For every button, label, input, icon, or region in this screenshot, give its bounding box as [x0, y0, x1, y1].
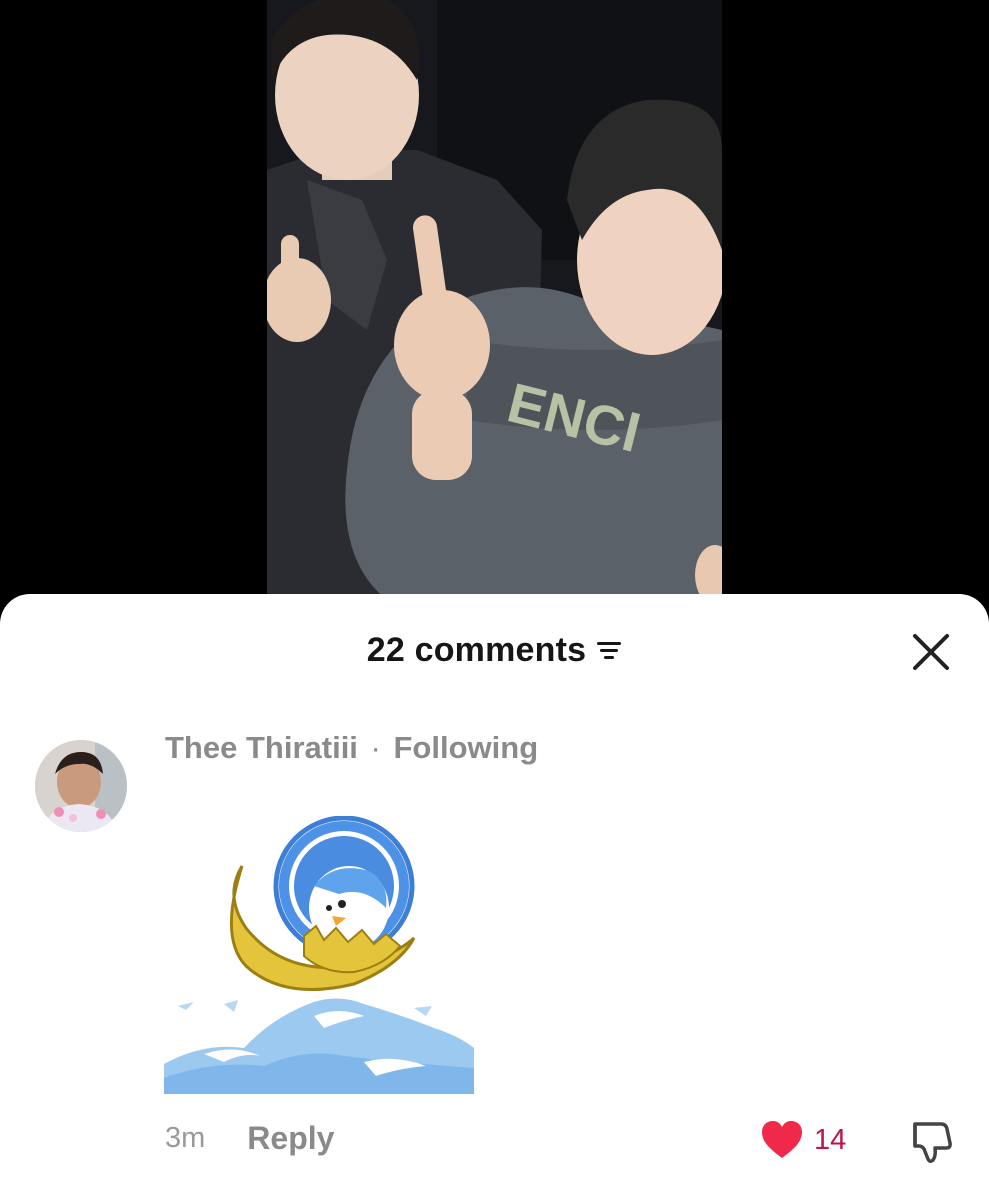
like-count: 14 — [814, 1123, 847, 1156]
video-player[interactable]: ENCI — [0, 0, 989, 620]
sheet-header: 22 comments — [0, 628, 989, 672]
comments-count-title: 22 comments — [366, 630, 587, 669]
like-button[interactable]: 14 — [760, 1118, 846, 1162]
video-content-illustration: ENCI — [267, 0, 722, 600]
comment-username[interactable]: Thee Thiratiii — [165, 730, 358, 765]
comment-header: Thee Thiratiii · Following — [165, 730, 538, 766]
dislike-button[interactable] — [906, 1116, 956, 1166]
avatar[interactable] — [35, 740, 127, 832]
heart-filled-icon — [762, 1121, 802, 1158]
comment-sticker[interactable] — [164, 815, 474, 1094]
reply-button[interactable]: Reply — [247, 1120, 334, 1157]
comment-meta-row: 3m Reply — [165, 1118, 334, 1158]
comment-timestamp: 3m — [165, 1121, 206, 1154]
close-button[interactable] — [909, 630, 953, 674]
app-root: ENCI 22 comments Thee Thiratiii · Follow… — [0, 0, 989, 1200]
thumbs-down-icon — [913, 1122, 952, 1164]
penguin-sticker-image — [164, 815, 474, 1094]
relation-badge: Following — [393, 730, 539, 765]
video-frame: ENCI — [267, 0, 722, 600]
header-separator: · — [370, 730, 381, 765]
comments-sheet: 22 comments Thee Thiratiii · Following 3… — [0, 594, 989, 1200]
close-x-icon — [913, 634, 949, 670]
sort-lines-icon[interactable] — [596, 638, 622, 662]
